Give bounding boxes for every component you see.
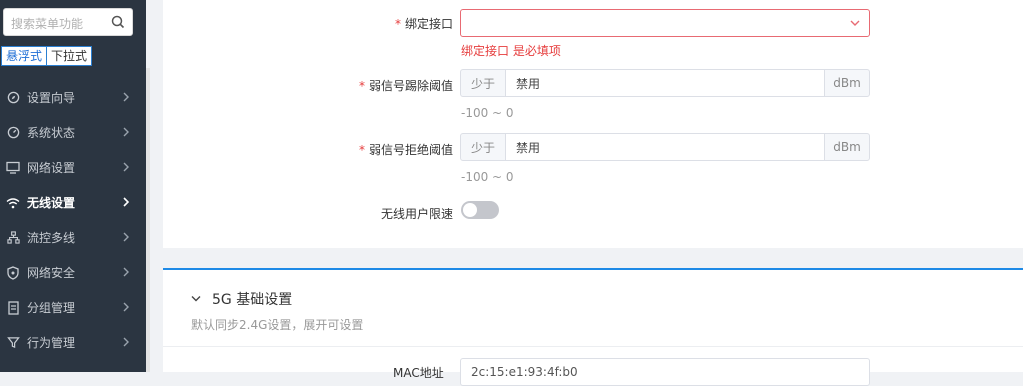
- required-mark: *: [394, 17, 401, 31]
- 5g-section-subtitle: 默认同步2.4G设置，展开可设置: [191, 318, 364, 332]
- chevron-right-icon: [123, 162, 129, 172]
- reject-threshold-label: * 弱信号拒绝阈值: [359, 141, 453, 158]
- search-icon[interactable]: [110, 14, 126, 30]
- sidebar-item-label: 流控多线: [27, 231, 76, 245]
- divider: [163, 346, 1023, 347]
- kick-threshold-suffix: dBm: [824, 69, 870, 97]
- reject-threshold-label-text: 弱信号拒绝阈值: [368, 143, 453, 157]
- sidebar-item-setup-wizard[interactable]: 设置向导: [0, 80, 146, 115]
- chevron-down-icon: [191, 296, 201, 302]
- mac-address-input[interactable]: 2c:15:e1:93:4f:b0: [460, 358, 870, 386]
- kick-threshold-label: * 弱信号踢除阈值: [359, 77, 453, 94]
- 5g-section-title: 5G 基础设置: [212, 292, 293, 308]
- bind-interface-select[interactable]: [460, 9, 870, 37]
- sidebar-item-system-status[interactable]: 系统状态: [0, 115, 146, 150]
- sidebar-item-label: 无线设置: [27, 196, 76, 210]
- chevron-right-icon: [123, 92, 129, 102]
- reject-threshold-hint: -100 ~ 0: [461, 170, 514, 184]
- sidebar-scrollbar[interactable]: [146, 68, 150, 372]
- reject-threshold-suffix: dBm: [824, 133, 870, 161]
- mode-dropdown-button[interactable]: 下拉式: [47, 46, 93, 66]
- chevron-down-icon: [850, 20, 860, 26]
- sidebar-item-network-settings[interactable]: 网络设置: [0, 150, 146, 185]
- sidebar-item-wireless-settings[interactable]: 无线设置: [0, 185, 146, 220]
- chevron-right-icon: [123, 302, 129, 312]
- required-mark: *: [358, 79, 365, 93]
- chevron-right-icon: [123, 267, 129, 277]
- rate-limit-label: 无线用户限速: [380, 207, 453, 221]
- sidebar-item-label: 网络安全: [27, 266, 76, 280]
- chevron-right-icon: [123, 337, 129, 347]
- mode-float-button[interactable]: 悬浮式: [1, 46, 48, 66]
- sidebar-item-label: 系统状态: [27, 126, 76, 140]
- compass-icon: [5, 90, 21, 106]
- bind-interface-label: * 绑定接口: [395, 15, 453, 32]
- chevron-right-icon: [123, 197, 130, 207]
- menu-mode-toggle: 悬浮式 下拉式: [1, 46, 93, 66]
- kick-threshold-label-text: 弱信号踢除阈值: [368, 79, 453, 93]
- required-mark: *: [358, 143, 365, 157]
- menu-search-input[interactable]: 搜索菜单功能: [3, 8, 133, 36]
- reject-threshold-input-group: 少于 禁用 dBm: [460, 133, 870, 161]
- rate-limit-toggle[interactable]: [461, 201, 499, 219]
- kick-threshold-input-group: 少于 禁用 dBm: [460, 69, 870, 97]
- sidebar-item-group-management[interactable]: 分组管理: [0, 290, 146, 325]
- sidebar-item-label: 网络设置: [27, 161, 76, 175]
- kick-threshold-input[interactable]: 禁用: [506, 69, 824, 97]
- network-tree-icon: [5, 230, 21, 246]
- bind-interface-label-text: 绑定接口: [404, 17, 453, 31]
- monitor-icon: [5, 160, 21, 176]
- wireless-form-card: [163, 0, 1023, 248]
- chevron-right-icon: [123, 127, 129, 137]
- reject-threshold-prefix: 少于: [460, 133, 506, 161]
- chevron-right-icon: [123, 232, 129, 242]
- kick-threshold-hint: -100 ~ 0: [461, 106, 514, 120]
- document-icon: [5, 300, 21, 316]
- mac-address-label: MAC地址: [393, 366, 444, 380]
- sidebar-item-label: 设置向导: [27, 91, 76, 105]
- sidebar-nav: 设置向导 系统状态 网络设置 无线设置 流控多线 网络安全 分组管理 行为管理: [0, 80, 146, 360]
- sidebar-item-behavior-management[interactable]: 行为管理: [0, 325, 146, 360]
- 5g-section-header[interactable]: 5G 基础设置: [190, 289, 292, 309]
- gauge-icon: [5, 125, 21, 141]
- sidebar-item-flow-control[interactable]: 流控多线: [0, 220, 146, 255]
- wifi-icon: [5, 195, 21, 211]
- kick-threshold-prefix: 少于: [460, 69, 506, 97]
- filter-icon: [5, 335, 21, 351]
- sidebar-item-label: 分组管理: [27, 301, 76, 315]
- toggle-knob: [463, 203, 477, 217]
- sidebar-item-network-security[interactable]: 网络安全: [0, 255, 146, 290]
- search-placeholder: 搜索菜单功能: [11, 17, 84, 31]
- bind-interface-error: 绑定接口 是必填项: [461, 44, 561, 58]
- sidebar: 搜索菜单功能 悬浮式 下拉式 设置向导 系统状态 网络设置 无线设置 流控多线 …: [0, 0, 146, 372]
- shield-icon: [5, 265, 21, 281]
- reject-threshold-input[interactable]: 禁用: [506, 133, 824, 161]
- sidebar-item-label: 行为管理: [27, 336, 76, 350]
